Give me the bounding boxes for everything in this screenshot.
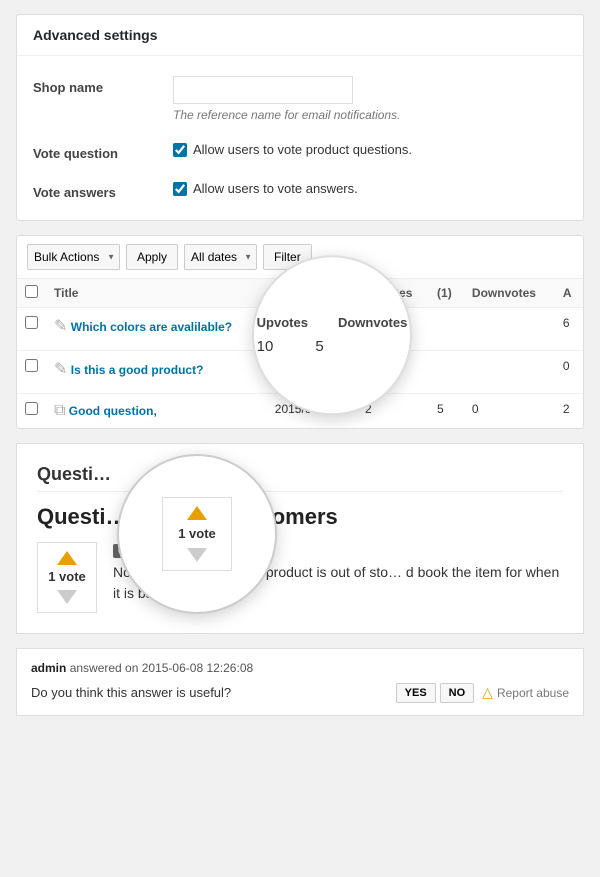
row2-title-link[interactable]: Is this a good product? xyxy=(71,363,204,377)
yes-button[interactable]: YES xyxy=(396,683,436,703)
magnifier-upvotes-label: Upvotes xyxy=(257,315,308,330)
magnifier-header: Upvotes Downvotes xyxy=(257,315,408,330)
magnifier-downvotes-val: 5 xyxy=(315,338,323,355)
magnifier-downvotes-label: Downvotes xyxy=(338,315,407,330)
row1-title-cell: ✎ Which colors are avalilable? xyxy=(46,308,267,351)
shop-name-value: The reference name for email notificatio… xyxy=(173,76,567,122)
vote-question-checkbox-label[interactable]: Allow users to vote product questions. xyxy=(173,142,567,157)
copy-icon: ⧉ xyxy=(54,402,65,420)
preview-partial-title: Questi… xyxy=(37,464,111,484)
col-answers: A xyxy=(555,279,583,308)
row2-downvotes xyxy=(464,351,555,394)
admin-label: admin xyxy=(31,661,66,675)
mag2-vote-box: 1 vote xyxy=(162,497,232,572)
vote-box: 1 vote xyxy=(37,542,97,613)
magnifier2-overlay: 1 vote xyxy=(117,454,277,614)
vote-answers-text: Allow users to vote answers. xyxy=(193,181,358,196)
row1-answers: 6 xyxy=(555,308,583,351)
row3-title-link[interactable]: Good question, xyxy=(69,404,157,418)
vote-down-arrow[interactable] xyxy=(57,590,77,604)
vote-question-checkbox[interactable] xyxy=(173,143,187,157)
vote-up-arrow[interactable] xyxy=(57,551,77,565)
answered-meta: answered on 2015-06-08 12:26:08 xyxy=(70,661,253,675)
row3-downvotes: 0 xyxy=(464,394,555,429)
row3-title-cell: ⧉ Good question, xyxy=(46,394,267,429)
shop-name-input[interactable] xyxy=(173,76,353,104)
col-title: Title xyxy=(46,279,267,308)
mag2-vote-down[interactable] xyxy=(187,548,207,562)
all-dates-wrapper[interactable]: All dates xyxy=(184,244,257,270)
all-dates-select[interactable]: All dates xyxy=(184,244,257,270)
row2-answers: 0 xyxy=(555,351,583,394)
mag2-vote-count: 1 vote xyxy=(178,526,216,543)
row2-col4 xyxy=(429,351,464,394)
row1-downvotes xyxy=(464,308,555,351)
magnifier-inner: Upvotes Downvotes 10 5 xyxy=(257,315,408,355)
preview-full-title: Questi… rs of the customers xyxy=(37,504,563,530)
vote-answers-checkbox[interactable] xyxy=(173,182,187,196)
answer-question-row: Do you think this answer is useful? YES … xyxy=(31,683,569,703)
advanced-settings-panel: Advanced settings Shop name The referenc… xyxy=(16,14,584,221)
apply-button[interactable]: Apply xyxy=(126,244,178,270)
report-abuse-link[interactable]: △ Report abuse xyxy=(482,684,569,701)
col-downvotes: Downvotes xyxy=(464,279,555,308)
vote-question-label: Vote question xyxy=(33,142,173,161)
vote-question-text: Allow users to vote product questions. xyxy=(193,142,412,157)
table-panel: Bulk Actions Apply All dates Filter Titl… xyxy=(16,235,584,429)
row1-title-link[interactable]: Which colors are avalilable? xyxy=(71,320,232,334)
vote-answers-value: Allow users to vote answers. xyxy=(173,181,567,196)
advanced-settings-title: Advanced settings xyxy=(17,15,583,56)
bulk-actions-select[interactable]: Bulk Actions xyxy=(27,244,120,270)
vote-count: 1 vote xyxy=(48,569,86,586)
magnifier-values: 10 5 xyxy=(257,338,408,355)
answer-question-text: Do you think this answer is useful? xyxy=(31,685,231,700)
row1-checkbox-cell xyxy=(17,308,46,351)
vote-answers-row: Vote answers Allow users to vote answers… xyxy=(17,171,583,210)
no-button[interactable]: NO xyxy=(440,683,475,703)
vote-answers-label: Vote answers xyxy=(33,181,173,200)
col-upvotes-extra: (1) xyxy=(429,279,464,308)
comment-icon: ✎ xyxy=(54,316,67,336)
select-all-checkbox[interactable] xyxy=(25,285,38,298)
col-checkbox xyxy=(17,279,46,308)
report-label: Report abuse xyxy=(497,686,569,700)
comment-icon: ✎ xyxy=(54,359,67,379)
shop-name-label: Shop name xyxy=(33,76,173,95)
preview-partial-title-bar: Questi… xyxy=(37,464,563,492)
row2-checkbox-cell xyxy=(17,351,46,394)
settings-table: Shop name The reference name for email n… xyxy=(17,56,583,220)
row3-checkbox[interactable] xyxy=(25,402,38,415)
row3-answers: 2 xyxy=(555,394,583,429)
answer-meta: admin answered on 2015-06-08 12:26:08 xyxy=(31,661,569,675)
answer-panel: admin answered on 2015-06-08 12:26:08 Do… xyxy=(16,648,584,716)
row2-title-cell: ✎ Is this a good product? xyxy=(46,351,267,394)
preview-panel: Questi… Questi… rs of the customers 1 vo… xyxy=(16,443,584,634)
row2-checkbox[interactable] xyxy=(25,359,38,372)
answer-actions: YES NO △ Report abuse xyxy=(396,683,569,703)
row3-checkbox-cell xyxy=(17,394,46,429)
row1-checkbox[interactable] xyxy=(25,316,38,329)
preview-content: 1 vote Q Answ stock? No, it isn't, but w… xyxy=(37,542,563,613)
row3-col4: 5 xyxy=(429,394,464,429)
vote-buttons: YES NO xyxy=(396,683,475,703)
vote-question-value: Allow users to vote product questions. xyxy=(173,142,567,157)
shop-name-hint: The reference name for email notificatio… xyxy=(173,108,567,122)
warning-icon: △ xyxy=(482,684,493,701)
bulk-actions-wrapper[interactable]: Bulk Actions xyxy=(27,244,120,270)
vote-question-row: Vote question Allow users to vote produc… xyxy=(17,132,583,171)
magnifier-overlay: Upvotes Downvotes 10 5 xyxy=(252,255,412,415)
mag2-vote-up[interactable] xyxy=(187,506,207,520)
vote-answers-checkbox-label[interactable]: Allow users to vote answers. xyxy=(173,181,567,196)
row1-col4 xyxy=(429,308,464,351)
magnifier-upvotes-val: 10 xyxy=(257,338,274,355)
shop-name-row: Shop name The reference name for email n… xyxy=(17,66,583,132)
